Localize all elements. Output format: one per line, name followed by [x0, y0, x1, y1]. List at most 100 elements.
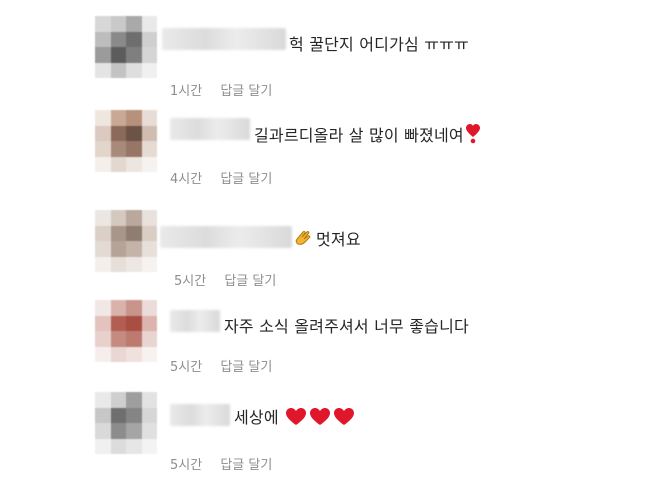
avatar-pixel [141, 256, 157, 272]
comment-text-row: 멋져요 [292, 226, 361, 252]
avatar-pixel [141, 141, 157, 157]
reply-button[interactable]: 답글 달기 [220, 454, 272, 473]
avatar-pixel [95, 438, 111, 454]
avatar-pixel [141, 125, 157, 141]
avatar-pixel [95, 31, 111, 47]
avatar-pixel [95, 125, 111, 141]
reply-button[interactable]: 답글 달기 [220, 168, 272, 187]
comment-item: 자주 소식 올려주셔서 너무 좋습니다 5시간 답글 달기 [0, 300, 646, 390]
avatar[interactable] [95, 110, 157, 172]
username-blurred[interactable] [160, 226, 292, 248]
avatar-pixel [95, 47, 111, 63]
red-heart-icon [310, 408, 331, 430]
avatar-pixel [110, 346, 126, 362]
comment-text: 세상에 [234, 408, 279, 427]
avatar-pixel [126, 346, 142, 362]
comment-text-row: 세상에 [234, 404, 356, 430]
username-blurred[interactable] [162, 28, 286, 50]
comment-text: 헉 꿀단지 어디가심 ㅠㅠㅠ [289, 35, 469, 54]
avatar-pixel [126, 407, 142, 423]
avatar-pixel [95, 241, 111, 257]
avatar-pixel [126, 423, 142, 439]
avatar-pixel [95, 331, 111, 347]
comment-time: 5시간 [170, 458, 203, 473]
comment-item: 세상에 5시간 답글 달기 [0, 392, 646, 482]
username-blurred[interactable] [170, 118, 250, 140]
avatar-pixel [141, 210, 157, 226]
reply-button[interactable]: 답글 달기 [224, 270, 276, 289]
avatar[interactable] [95, 16, 157, 78]
avatar[interactable] [95, 392, 157, 454]
avatar-pixel [126, 392, 142, 408]
avatar-pixel [126, 210, 142, 226]
comment-time: 5시간 [174, 274, 207, 289]
comment-time: 1시간 [170, 84, 203, 99]
username-blurred[interactable] [170, 310, 220, 332]
comment-time: 5시간 [170, 360, 203, 375]
avatar-pixel [110, 125, 126, 141]
avatar-pixel [110, 110, 126, 126]
avatar-pixel [126, 62, 142, 78]
avatar-pixel [110, 438, 126, 454]
avatar-pixel [126, 315, 142, 331]
avatar-pixel [110, 141, 126, 157]
avatar-pixel [141, 31, 157, 47]
avatar-pixel [110, 241, 126, 257]
avatar-pixel [126, 31, 142, 47]
comment-text: 자주 소식 올려주셔서 너무 좋습니다 [224, 317, 469, 336]
avatar-pixel [95, 315, 111, 331]
avatar-pixel [141, 156, 157, 172]
avatar-pixel [126, 300, 142, 316]
avatar-pixel [110, 62, 126, 78]
avatar-pixel [141, 346, 157, 362]
username-blurred[interactable] [170, 404, 230, 426]
avatar-pixel [110, 210, 126, 226]
avatar-pixel [126, 156, 142, 172]
avatar-pixel [141, 392, 157, 408]
comment-meta: 5시간 답글 달기 [174, 270, 276, 289]
avatar-pixel [126, 141, 142, 157]
comment-item: 길과르디올라 살 많이 빠졌네여 4시간 답글 달기 [0, 110, 646, 200]
avatar-pixel [95, 141, 111, 157]
comment-meta: 5시간 답글 달기 [170, 356, 272, 375]
avatar-pixel [110, 225, 126, 241]
avatar-pixel [95, 346, 111, 362]
avatar-pixel [95, 392, 111, 408]
avatar-pixel [126, 47, 142, 63]
avatar-pixel [141, 241, 157, 257]
avatar-pixel [95, 423, 111, 439]
avatar-pixel [126, 16, 142, 32]
avatar-pixel [110, 156, 126, 172]
avatar-pixel [141, 300, 157, 316]
comment-text: 길과르디올라 살 많이 빠졌네여 [254, 126, 464, 145]
avatar-pixel [95, 16, 111, 32]
avatar-pixel [110, 407, 126, 423]
avatar-pixel [110, 423, 126, 439]
avatar-pixel [141, 315, 157, 331]
clapping-hands-icon [294, 228, 314, 252]
avatar-pixel [110, 256, 126, 272]
reply-button[interactable]: 답글 달기 [220, 356, 272, 375]
avatar-pixel [110, 31, 126, 47]
avatar-pixel [141, 225, 157, 241]
comment-text-row: 길과르디올라 살 많이 빠졌네여 [254, 122, 482, 148]
comment-meta: 5시간 답글 달기 [170, 454, 272, 473]
avatar-pixel [141, 62, 157, 78]
avatar-pixel [126, 241, 142, 257]
avatar-pixel [126, 331, 142, 347]
avatar-pixel [95, 300, 111, 316]
avatar-pixel [126, 256, 142, 272]
comment-item: 헉 꿀단지 어디가심 ㅠㅠㅠ 1시간 답글 달기 [0, 16, 646, 106]
comment-text: 멋져요 [316, 230, 361, 249]
avatar-pixel [141, 438, 157, 454]
avatar-pixel [110, 331, 126, 347]
comment-meta: 4시간 답글 달기 [170, 168, 272, 187]
avatar[interactable] [95, 300, 157, 362]
avatar-pixel [95, 407, 111, 423]
avatar-pixel [95, 62, 111, 78]
comment-time: 4시간 [170, 172, 203, 187]
avatar-pixel [95, 225, 111, 241]
avatar-pixel [141, 423, 157, 439]
avatar[interactable] [95, 210, 157, 272]
reply-button[interactable]: 답글 달기 [220, 80, 272, 99]
